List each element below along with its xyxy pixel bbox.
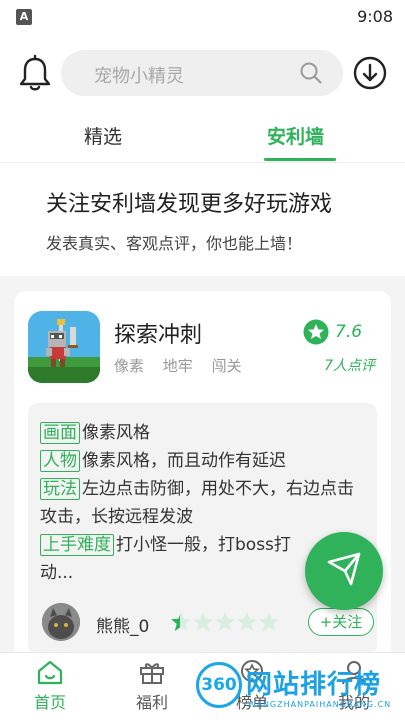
- intro-banner: 关注安利墙发现更多好玩游戏 发表真实、客观点评，你也能上墙！: [0, 164, 405, 276]
- game-rating: 7.6: [303, 319, 373, 349]
- home-icon: [37, 660, 63, 685]
- active-tab-indicator: [264, 158, 336, 161]
- review-text-segment: 左边点击防御，用处不大，右边点击攻击，长按远程发波: [40, 479, 354, 527]
- game-tags: 像素 地牢 闯关: [114, 355, 256, 376]
- search-icon[interactable]: [299, 61, 323, 85]
- gift-icon: [140, 663, 164, 684]
- watermark-title: 网站排行榜: [246, 670, 382, 700]
- review-tag: 人物: [40, 450, 80, 472]
- game-title[interactable]: 探索冲刺: [114, 317, 202, 349]
- star-icon: [193, 612, 213, 631]
- review-truncated: 动...: [40, 563, 74, 583]
- download-icon[interactable]: [353, 56, 387, 90]
- nav-label: 首页: [33, 693, 66, 712]
- nav-label: 福利: [135, 693, 168, 712]
- tab-recommend-wall[interactable]: 安利墙: [267, 122, 324, 149]
- top-header: 宠物小精灵 精选 安利墙: [0, 34, 405, 164]
- game-tag: 地牢: [162, 357, 193, 375]
- nav-home[interactable]: 首页: [10, 657, 90, 713]
- post-review-fab[interactable]: [305, 532, 383, 610]
- review-line: 人物 像素风格，而且动作有延迟: [40, 447, 360, 475]
- intro-title: 关注安利墙发现更多好玩游戏: [46, 192, 333, 217]
- reviewer-star-rating: [171, 612, 279, 631]
- review-text-segment: 像素风格: [82, 423, 150, 443]
- game-tag: 闯关: [211, 357, 242, 375]
- star-icon: [215, 612, 235, 631]
- star-icon: [259, 612, 279, 631]
- watermark-logo: 360 网站排行榜 WANGZHANPAIHANGBANG.CN: [196, 656, 405, 720]
- review-line: 玩法 左边点击防御，用处不大，右边点击攻击，长按远程发波: [40, 475, 360, 531]
- search-input[interactable]: 宠物小精灵: [61, 50, 343, 96]
- nav-welfare[interactable]: 福利: [112, 657, 192, 713]
- rating-score: 7.6: [335, 322, 363, 342]
- review-tag: 上手难度: [40, 534, 114, 556]
- star-badge-icon: [303, 319, 329, 345]
- review-text-segment: 像素风格，而且动作有延迟: [82, 451, 286, 471]
- follow-button[interactable]: +关注: [308, 608, 374, 636]
- intro-subtitle: 发表真实、客观点评，你也能上墙！: [46, 234, 303, 253]
- tab-featured[interactable]: 精选: [84, 122, 122, 149]
- review-line: 画面 像素风格: [40, 419, 360, 447]
- review-tag: 玩法: [40, 478, 80, 500]
- reviewer-name[interactable]: 熊熊_0: [96, 612, 149, 637]
- status-bar: A 9:08: [0, 0, 405, 34]
- review-body[interactable]: 画面 像素风格 人物 像素风格，而且动作有延迟 玩法 左边点击防御，用处不大，右边点击…: [28, 403, 377, 655]
- rating-count[interactable]: 7人点评: [324, 355, 375, 375]
- watermark-badge: 360: [196, 662, 242, 708]
- avatar[interactable]: [42, 603, 80, 641]
- game-tag: 像素: [114, 357, 145, 375]
- bell-icon[interactable]: [18, 54, 52, 94]
- watermark-subtitle: WANGZHANPAIHANGBANG.CN: [248, 700, 392, 709]
- notification-app-icon: A: [16, 9, 32, 25]
- send-icon: [327, 552, 361, 586]
- review-text-segment: 打小怪一般，打boss打: [116, 535, 291, 555]
- status-time: 9:08: [357, 7, 393, 26]
- search-placeholder: 宠物小精灵: [94, 66, 184, 87]
- game-icon[interactable]: [28, 311, 100, 383]
- star-icon: [237, 612, 257, 631]
- review-tag: 画面: [40, 422, 80, 444]
- divider: [0, 162, 405, 163]
